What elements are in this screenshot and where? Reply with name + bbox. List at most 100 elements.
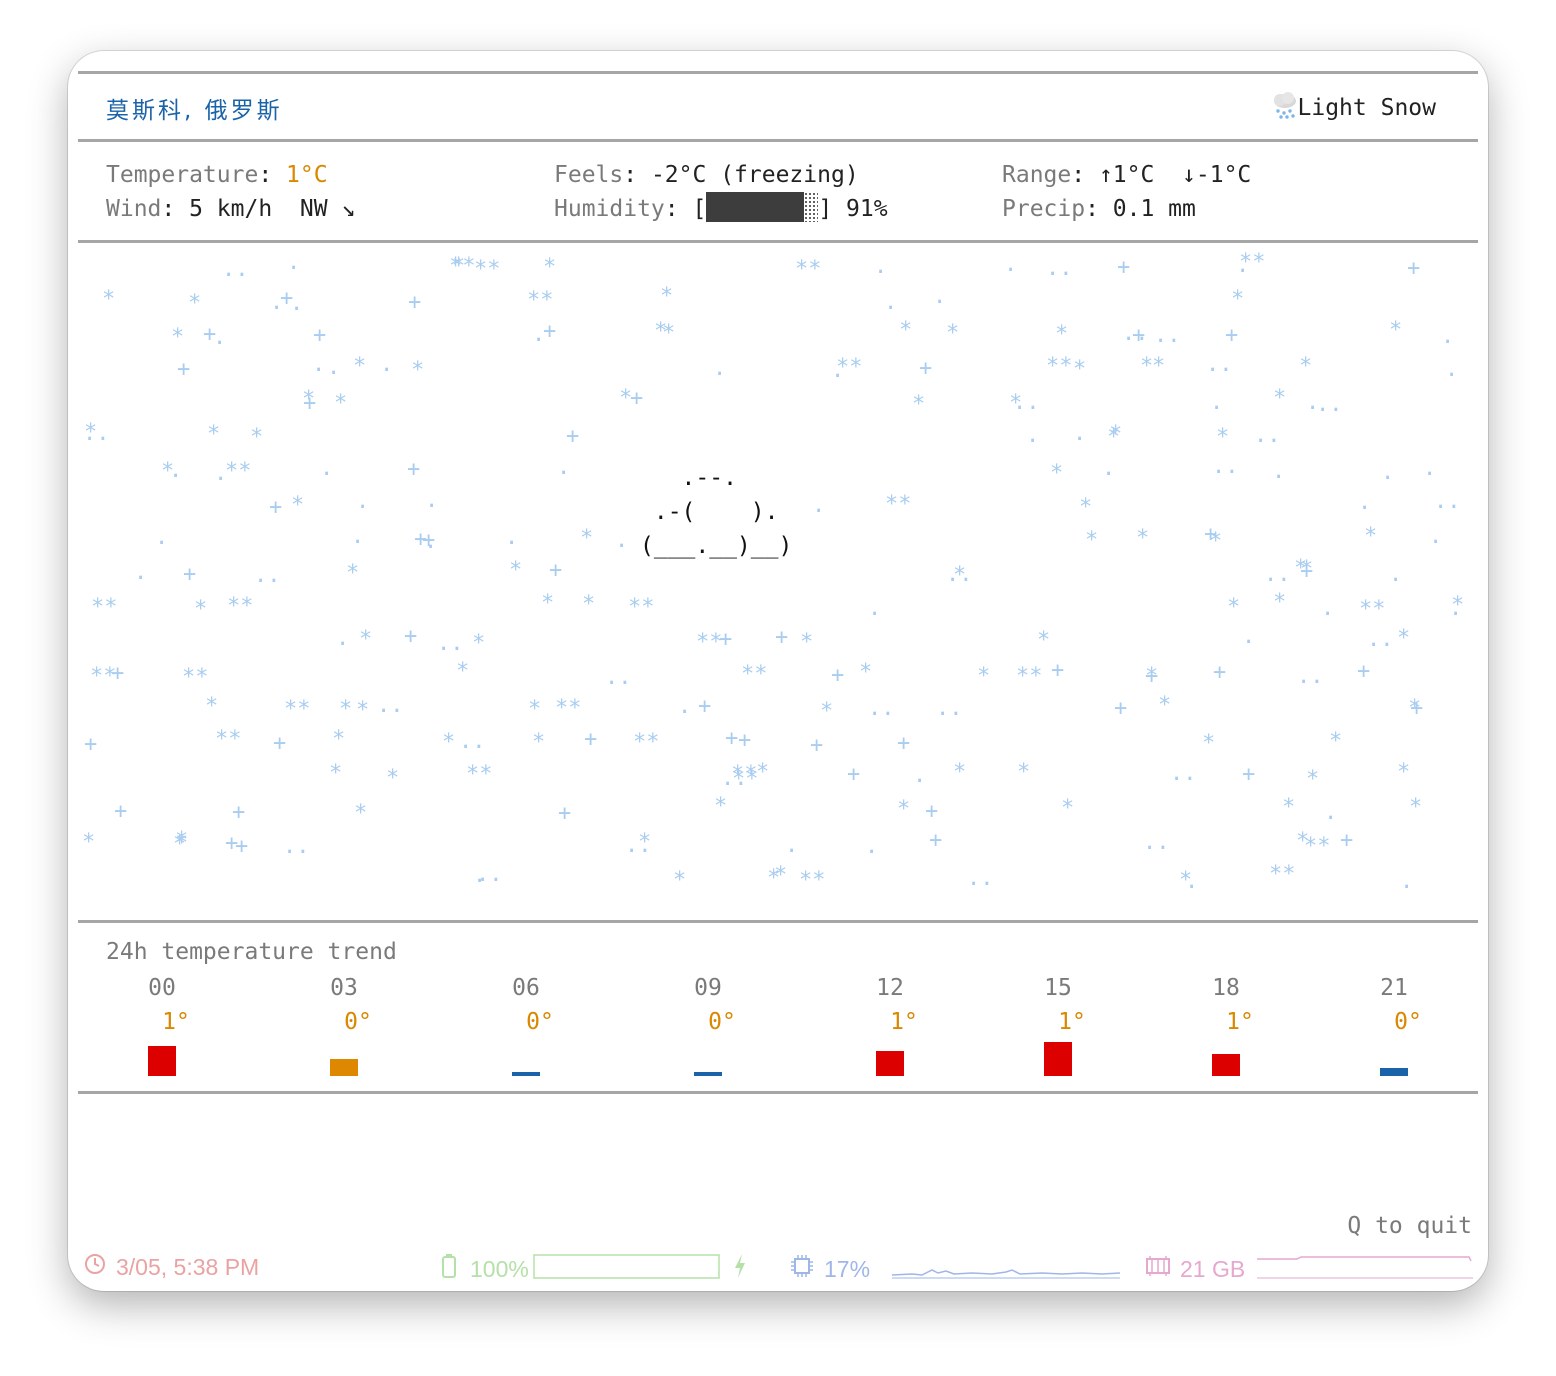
snowflake: . — [1381, 460, 1395, 485]
trend-bar — [148, 1046, 176, 1076]
snowflake: * — [1158, 693, 1172, 718]
snowflake: * — [339, 697, 353, 722]
snowflake: * — [84, 420, 98, 445]
snowflake: . — [336, 626, 350, 651]
snowflake: .. — [377, 693, 404, 718]
snowflake: * — [205, 694, 219, 719]
cloud-ascii-art: .--. .-( ). (___.__)__) — [640, 461, 792, 563]
snowflake: . — [327, 355, 341, 380]
snowflake: ** — [633, 730, 660, 755]
snowflake: ** — [1359, 597, 1386, 622]
snowflake: + — [897, 731, 911, 756]
snowflake: + — [404, 624, 418, 649]
snowflake: + — [831, 663, 845, 688]
memory-value: 21 GB — [1180, 1255, 1246, 1282]
snowflake: * — [1107, 425, 1121, 450]
snowflake: . — [1242, 624, 1256, 649]
snowflake: .. — [605, 665, 632, 690]
range-stat: Range: ↑1°C ↓-1°C — [1002, 162, 1252, 188]
snowflake: * — [899, 318, 913, 343]
memory-icon — [1146, 1255, 1170, 1283]
snowflake: . — [1441, 324, 1455, 349]
location-label: 莫斯科, 俄罗斯 — [106, 98, 283, 124]
snowflake: * — [1017, 760, 1031, 785]
snowflake: * — [1231, 287, 1245, 312]
snowflake: .. — [1297, 664, 1324, 689]
snowflake: * — [673, 868, 687, 893]
precip-value: 0.1 mm — [1112, 196, 1196, 222]
snowflake: * — [714, 794, 728, 819]
snowflake: .. — [1154, 323, 1181, 348]
snowflake: ** — [1304, 834, 1331, 859]
snowflake: ** — [1046, 354, 1073, 379]
cpu-status: 17% — [790, 1253, 1121, 1285]
snowflake: * — [1179, 868, 1193, 893]
snowflake: + — [1340, 828, 1354, 853]
snowflake: * — [354, 801, 368, 826]
temperature-label: Temperature — [106, 162, 259, 188]
trend-bar — [876, 1051, 904, 1076]
snowflake: * — [660, 284, 674, 309]
snowflake: + — [1117, 255, 1131, 280]
weather-window: 莫斯科, 俄罗斯 Light Snow Temperature: 1°C Fee… — [68, 51, 1488, 1291]
snowflake: .. — [1254, 423, 1281, 448]
snowflake: * — [175, 828, 189, 853]
snowflake: * — [1009, 391, 1023, 416]
snowflake: * — [329, 761, 343, 786]
snowflake: * — [452, 254, 466, 279]
range-value: ↑1°C ↓-1°C — [1098, 162, 1252, 188]
condition-display: Light Snow — [1272, 91, 1436, 125]
top-rule — [78, 71, 1478, 74]
snowflake: + — [232, 800, 246, 825]
rule-3 — [78, 240, 1478, 243]
snowflake: * — [1050, 461, 1064, 486]
snowflake: ** — [91, 595, 118, 620]
wind-stat: Wind: 5 km/h NW ↘ — [106, 196, 356, 222]
snowflake: * — [1306, 767, 1320, 792]
snowflake: .. — [222, 257, 249, 282]
cloud-line: (___.__)__) — [640, 533, 793, 559]
snowflake: * — [456, 659, 470, 684]
snowflake: ** — [555, 696, 582, 721]
snowflake: * — [1152, 354, 1166, 379]
snowflake: .. — [459, 729, 486, 754]
snowflake: + — [698, 694, 712, 719]
snowflake: * — [386, 766, 400, 791]
snowflake: . — [425, 488, 439, 513]
trend-temp-label: 1° — [162, 1009, 190, 1035]
snowflake: * — [332, 727, 346, 752]
trend-hour-label: 12 — [876, 975, 904, 1001]
trend-temp-label: 0° — [344, 1009, 372, 1035]
snowflake: * — [1389, 318, 1403, 343]
snowflake: * — [543, 255, 557, 280]
snowflake: . — [320, 456, 334, 481]
snowflake: * — [897, 797, 911, 822]
snowflake: + — [1357, 659, 1371, 684]
snowflake: . — [1389, 562, 1403, 587]
snowflake: * — [207, 422, 221, 447]
snowflake: .. — [1434, 489, 1461, 514]
snowflake: + — [273, 731, 287, 756]
snowflake: * — [953, 760, 967, 785]
snowflake: .. — [936, 696, 963, 721]
snowflake: + — [280, 286, 294, 311]
snowflake: ** — [182, 665, 209, 690]
precip-stat: Precip: 0.1 mm — [1002, 196, 1196, 222]
snowflake: + — [566, 424, 580, 449]
temperature-stat: Temperature: 1°C — [106, 162, 328, 188]
snowflake: * — [541, 591, 555, 616]
snowflake: .. — [437, 631, 464, 656]
battery-graph — [533, 1253, 721, 1285]
snowflake: * — [250, 425, 264, 450]
snowflake: . — [351, 524, 365, 549]
snowflake: + — [414, 527, 428, 552]
snowflake: * — [800, 630, 814, 655]
snowflake: . — [134, 560, 148, 585]
snowflake: + — [630, 386, 644, 411]
humidity-value: 91% — [846, 196, 888, 222]
snowflake: * — [774, 863, 788, 888]
snowflake: . — [380, 352, 394, 377]
snowflake: * — [1299, 354, 1313, 379]
snowflake: . — [155, 525, 169, 550]
humidity-label: Humidity — [554, 196, 665, 222]
